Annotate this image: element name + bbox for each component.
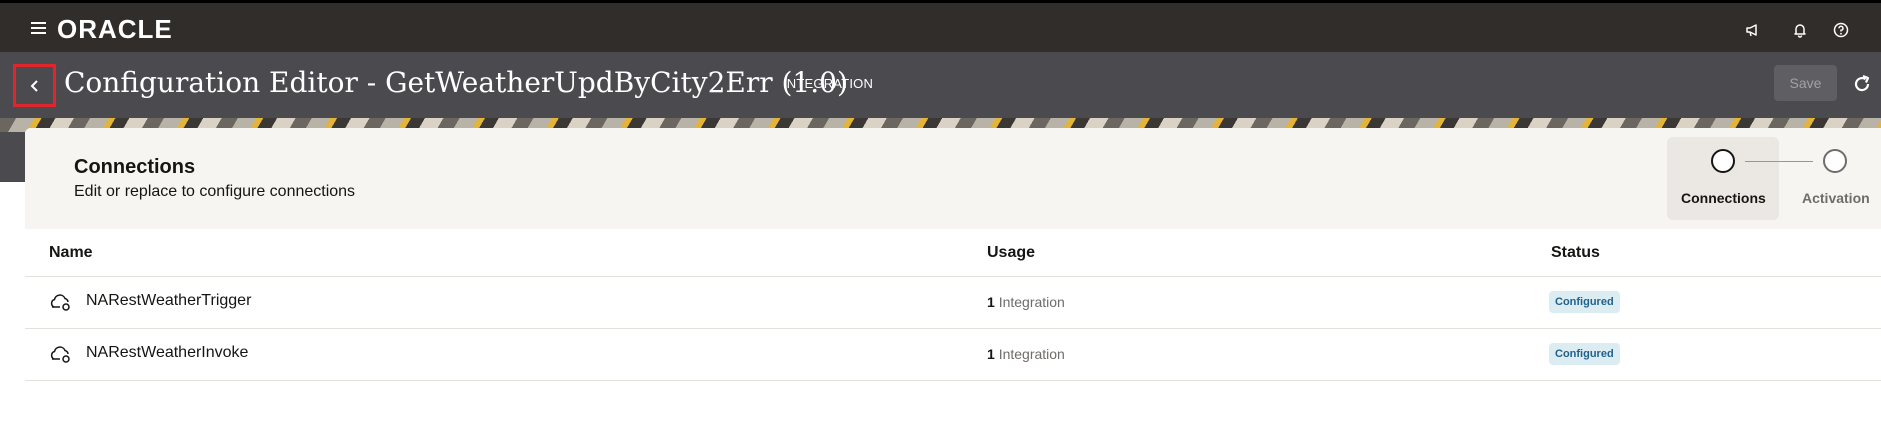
page-title: Configuration Editor - GetWeatherUpdByCi… bbox=[64, 66, 848, 99]
table-row[interactable]: NARestWeatherTrigger 1 Integration Confi… bbox=[25, 277, 1881, 329]
refresh-icon[interactable] bbox=[1850, 72, 1874, 96]
page-header: Configuration Editor - GetWeatherUpdByCi… bbox=[0, 52, 1881, 118]
help-icon[interactable] bbox=[1830, 19, 1852, 41]
usage-value: 1 Integration bbox=[987, 294, 1065, 310]
section-title: Connections bbox=[74, 156, 196, 178]
connections-panel: Connections Edit or replace to configure… bbox=[25, 128, 1881, 422]
oracle-logo[interactable]: ORACLE bbox=[57, 14, 173, 45]
hamburger-menu-icon[interactable] bbox=[31, 22, 46, 34]
column-header-usage[interactable]: Usage bbox=[987, 244, 1035, 262]
left-edge bbox=[0, 132, 25, 182]
status-badge: Configured bbox=[1549, 343, 1620, 365]
column-header-name[interactable]: Name bbox=[49, 244, 93, 262]
top-navigation-bar: ORACLE bbox=[0, 0, 1881, 52]
connections-header: Connections Edit or replace to configure… bbox=[25, 128, 1881, 229]
megaphone-icon[interactable] bbox=[1742, 19, 1764, 41]
step-connections-label[interactable]: Connections bbox=[1681, 190, 1766, 206]
integration-type-tag: INTEGRATION bbox=[783, 76, 874, 91]
save-button[interactable]: Save bbox=[1774, 65, 1837, 101]
connection-name[interactable]: NARestWeatherInvoke bbox=[86, 344, 248, 362]
table-row[interactable]: NARestWeatherInvoke 1 Integration Config… bbox=[25, 329, 1881, 381]
back-button[interactable] bbox=[13, 64, 56, 107]
bell-icon[interactable] bbox=[1789, 19, 1811, 41]
status-badge: Configured bbox=[1549, 291, 1620, 313]
cloud-connection-icon bbox=[50, 346, 70, 363]
step-activation-label[interactable]: Activation bbox=[1802, 190, 1870, 206]
section-subtitle: Edit or replace to configure connections bbox=[74, 183, 356, 200]
step-connections-marker[interactable] bbox=[1711, 149, 1735, 173]
usage-value: 1 Integration bbox=[987, 346, 1065, 362]
cloud-connection-icon bbox=[50, 294, 70, 311]
column-header-status[interactable]: Status bbox=[1551, 244, 1600, 262]
connection-name[interactable]: NARestWeatherTrigger bbox=[86, 292, 251, 310]
step-activation-marker[interactable] bbox=[1823, 149, 1847, 173]
chevron-left-icon bbox=[30, 79, 38, 92]
step-connector bbox=[1745, 161, 1813, 162]
